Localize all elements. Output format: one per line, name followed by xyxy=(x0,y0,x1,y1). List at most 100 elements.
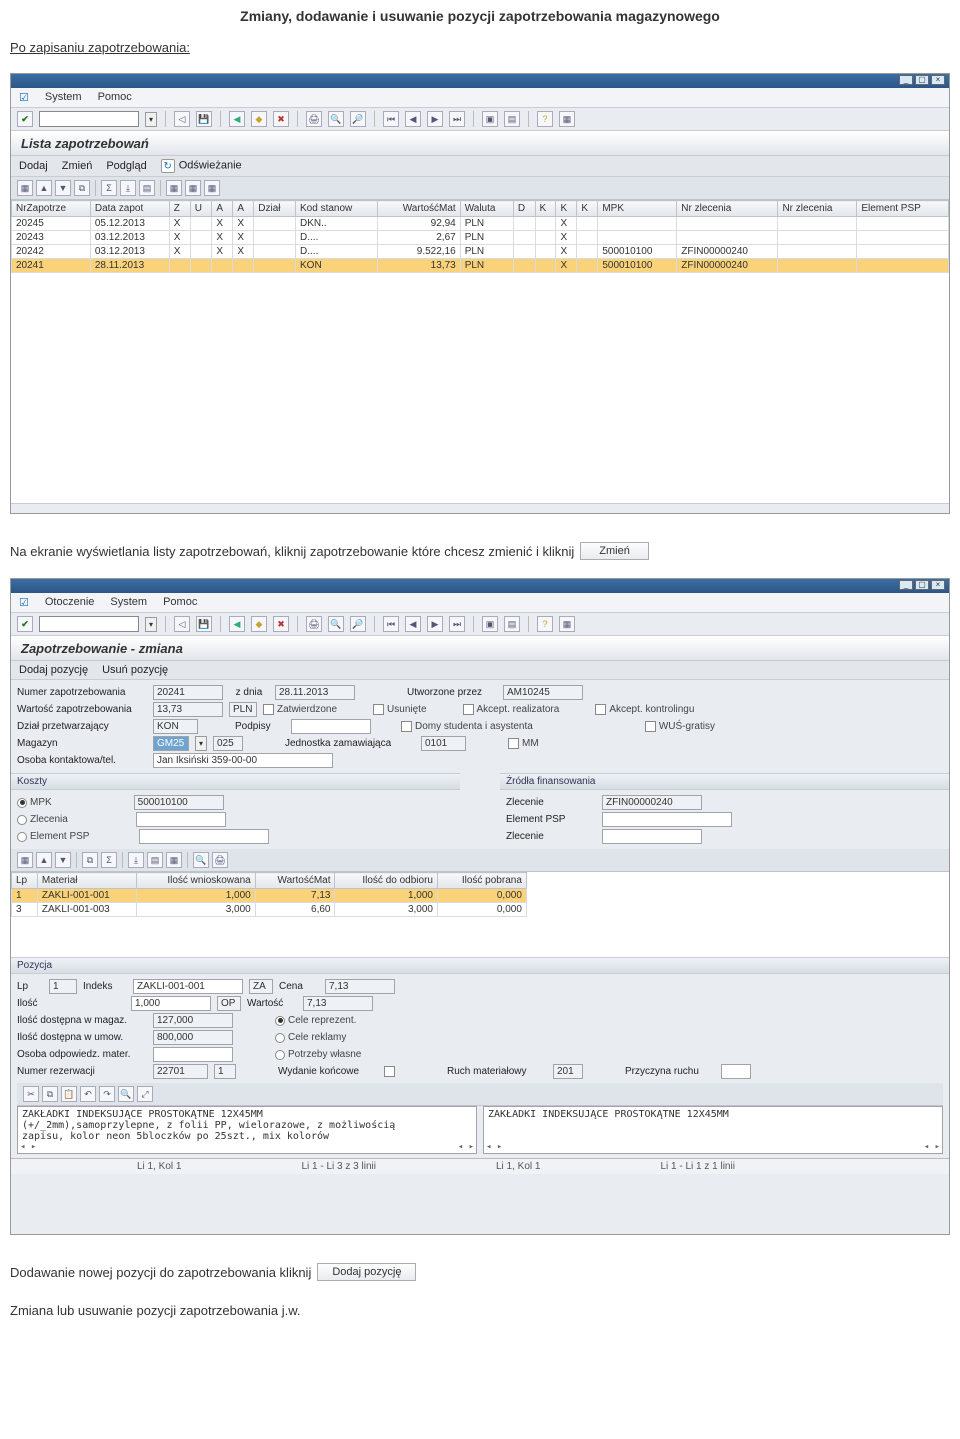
export-icon[interactable]: ⤓ xyxy=(120,180,136,196)
first-page-icon[interactable]: ⏮ xyxy=(383,111,399,127)
table-cell[interactable]: 6,60 xyxy=(255,903,335,917)
fld-oom[interactable] xyxy=(153,1047,233,1062)
find-icon[interactable]: 🔍 xyxy=(328,616,344,632)
col-kod[interactable]: Kod stanow xyxy=(296,201,378,217)
table-cell[interactable] xyxy=(513,259,535,273)
col-wal[interactable]: Waluta xyxy=(460,201,513,217)
col-wart[interactable]: WartośćMat xyxy=(377,201,460,217)
menu-help[interactable]: Pomoc xyxy=(163,596,197,609)
last-page-icon[interactable]: ⏭ xyxy=(449,616,465,632)
new-session-icon[interactable]: ▣ xyxy=(482,111,498,127)
fld-zlecenia[interactable] xyxy=(136,812,226,827)
col-a2[interactable]: A xyxy=(233,201,254,217)
cancel-icon[interactable]: ✖ xyxy=(273,111,289,127)
table-cell[interactable]: ZAKLI-001-003 xyxy=(37,903,136,917)
table-cell[interactable] xyxy=(778,231,857,245)
grid-icon[interactable]: ▦ xyxy=(17,180,33,196)
table-cell[interactable]: X xyxy=(169,217,190,231)
menu-help[interactable]: Pomoc xyxy=(98,91,132,104)
chk-wyd[interactable] xyxy=(384,1066,395,1077)
table-cell[interactable]: X xyxy=(212,245,233,259)
layout-select-icon[interactable]: ▦ xyxy=(166,180,182,196)
save-icon[interactable]: 💾 xyxy=(196,111,212,127)
new-session-icon[interactable]: ▣ xyxy=(482,616,498,632)
print-icon[interactable]: 🖨 xyxy=(306,111,322,127)
exit-icon[interactable]: ◆ xyxy=(251,111,267,127)
btn-podglad[interactable]: Podgląd xyxy=(106,160,146,172)
shortcut-icon[interactable]: ▤ xyxy=(504,111,520,127)
col-zl1[interactable]: Nr zlecenia xyxy=(677,201,778,217)
redo-icon[interactable]: ↷ xyxy=(99,1086,115,1102)
table-cell[interactable]: 3 xyxy=(12,903,38,917)
table-cell[interactable] xyxy=(254,217,296,231)
table-cell[interactable]: 13,73 xyxy=(377,259,460,273)
detail-icon[interactable]: ▤ xyxy=(147,852,163,868)
col-lp[interactable]: Lp xyxy=(12,873,38,889)
fld-zlecenie2[interactable] xyxy=(602,829,702,844)
fld-przyczyna[interactable] xyxy=(721,1064,751,1079)
dodaj-pozycje-button[interactable]: Dodaj pozycję xyxy=(317,1263,416,1281)
table-cell[interactable] xyxy=(677,231,778,245)
text-area-left[interactable]: ZAKŁADKI INDEKSUJĄCE PROSTOKĄTNE 12X45MM… xyxy=(17,1106,477,1154)
expand-icon[interactable]: ⤢ xyxy=(137,1086,153,1102)
help-icon[interactable]: ? xyxy=(537,111,553,127)
table-cell[interactable]: 92,94 xyxy=(377,217,460,231)
find-icon[interactable]: 🔍 xyxy=(193,852,209,868)
layout-change-icon[interactable]: ▦ xyxy=(185,180,201,196)
maximize-icon[interactable]: ▢ xyxy=(915,580,929,590)
fld-magazyn-a[interactable]: GM25 xyxy=(153,736,189,751)
find-next-icon[interactable]: 🔎 xyxy=(350,111,366,127)
table-cell[interactable] xyxy=(598,231,677,245)
table-cell[interactable]: 05.12.2013 xyxy=(90,217,169,231)
find-icon[interactable]: 🔍 xyxy=(118,1086,134,1102)
matchcode-icon[interactable]: ▾ xyxy=(195,736,207,751)
table-cell[interactable] xyxy=(778,245,857,259)
table-cell[interactable]: X xyxy=(556,259,577,273)
table-cell[interactable] xyxy=(513,231,535,245)
table-cell[interactable]: KON xyxy=(296,259,378,273)
layout-icon[interactable]: ▦ xyxy=(559,616,575,632)
btn-odswiezanie[interactable]: ↻Odświeżanie xyxy=(161,159,242,173)
table-cell[interactable]: 20245 xyxy=(12,217,91,231)
col-u[interactable]: U xyxy=(190,201,212,217)
table-cell[interactable]: 1 xyxy=(12,889,38,903)
table-cell[interactable]: X xyxy=(212,217,233,231)
table-cell[interactable]: 500010100 xyxy=(598,245,677,259)
cancel-icon[interactable]: ✖ xyxy=(273,616,289,632)
rad-cele-reklamy[interactable]: Cele reklamy xyxy=(275,1032,346,1043)
col-z[interactable]: Z xyxy=(169,201,190,217)
layout-icon[interactable]: ▦ xyxy=(559,111,575,127)
copy-icon[interactable]: ⧉ xyxy=(42,1086,58,1102)
col-dzial[interactable]: Dział xyxy=(254,201,296,217)
table-cell[interactable]: D.... xyxy=(296,245,378,259)
col-ip[interactable]: Ilość pobrana xyxy=(437,873,526,889)
table-cell[interactable] xyxy=(513,245,535,259)
col-iw[interactable]: Ilość wnioskowana xyxy=(136,873,255,889)
table-cell[interactable]: ZFIN00000240 xyxy=(677,245,778,259)
col-wm[interactable]: WartośćMat xyxy=(255,873,335,889)
back-green-icon[interactable]: ◀ xyxy=(229,111,245,127)
col-a1[interactable]: A xyxy=(212,201,233,217)
table-cell[interactable] xyxy=(577,217,598,231)
fld-element2[interactable] xyxy=(602,812,732,827)
items-table[interactable]: Lp Materiał Ilość wnioskowana WartośćMat… xyxy=(11,872,527,917)
close-icon[interactable]: × xyxy=(931,75,945,85)
table-cell[interactable]: 500010100 xyxy=(598,259,677,273)
enter-icon[interactable]: ✔ xyxy=(17,111,33,127)
table-cell[interactable] xyxy=(598,217,677,231)
table-cell[interactable] xyxy=(190,245,212,259)
col-data[interactable]: Data zapot xyxy=(90,201,169,217)
table-cell[interactable]: PLN xyxy=(460,231,513,245)
sum-icon[interactable]: Σ xyxy=(101,852,117,868)
table-cell[interactable]: 20243 xyxy=(12,231,91,245)
prev-page-icon[interactable]: ◀ xyxy=(405,616,421,632)
table-cell[interactable]: X xyxy=(556,231,577,245)
btn-zmien[interactable]: Zmień xyxy=(62,160,93,172)
menu-otoczenie[interactable]: Otoczenie xyxy=(45,596,95,609)
sort-desc-icon[interactable]: ▼ xyxy=(55,852,71,868)
table-cell[interactable]: 28.11.2013 xyxy=(90,259,169,273)
table-cell[interactable] xyxy=(190,217,212,231)
sort-asc-icon[interactable]: ▲ xyxy=(36,852,52,868)
fld-osoba[interactable]: Jan Iksiński 359-00-00 xyxy=(153,753,333,768)
table-cell[interactable] xyxy=(577,259,598,273)
